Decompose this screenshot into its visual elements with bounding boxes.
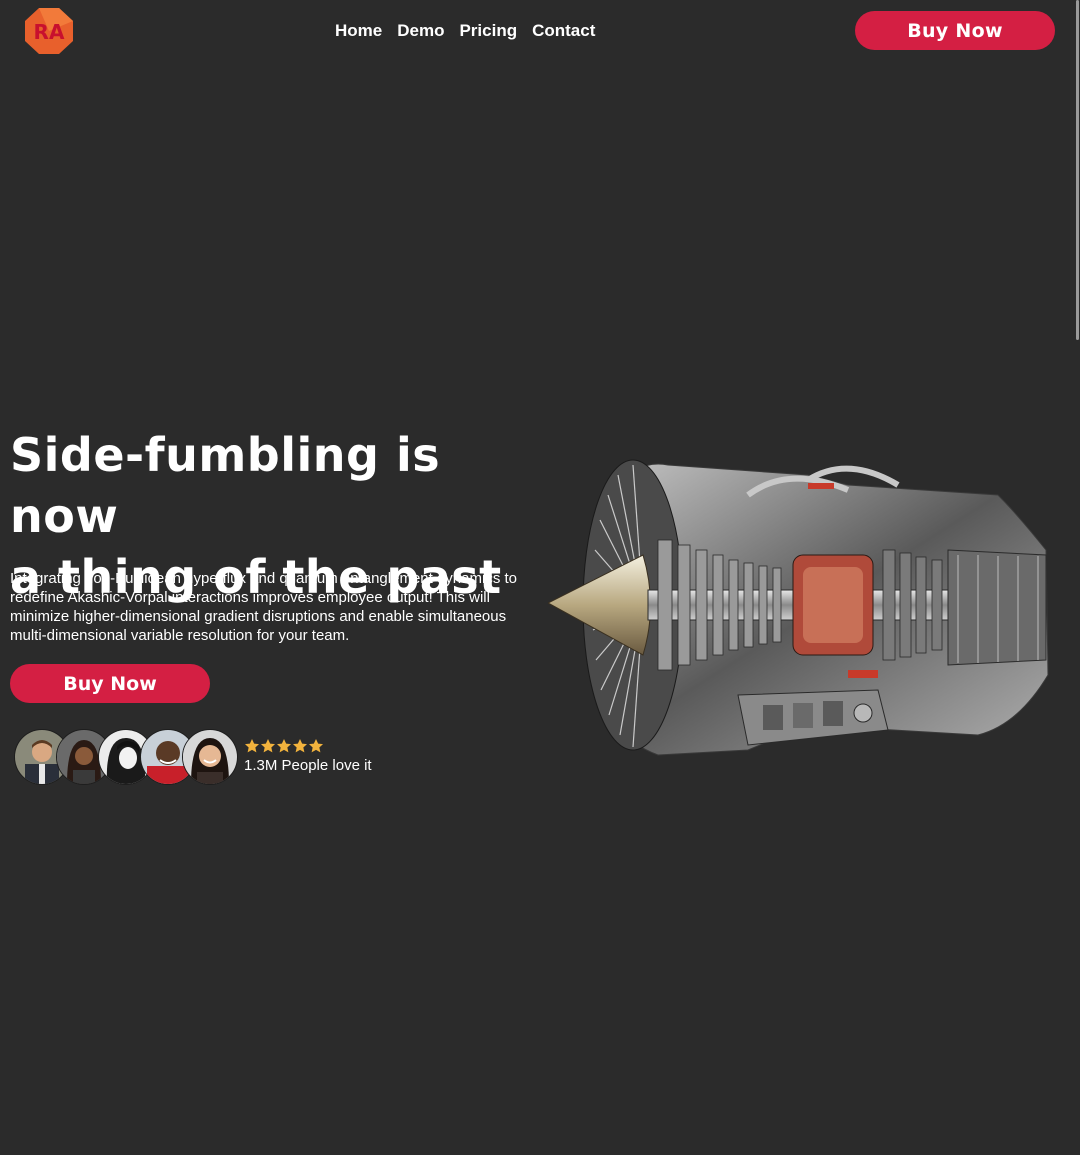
social-proof-text: 1.3M People love it [244,757,372,774]
hero-title-line1: Side-fumbling is now [10,428,441,543]
scrollbar[interactable] [1076,0,1079,340]
star-icon [277,739,291,753]
header-buy-now-button[interactable]: Buy Now [855,11,1055,50]
ra-logo-icon[interactable]: RA [25,8,73,54]
star-icon [293,739,307,753]
avatar [182,729,238,785]
nav-pricing[interactable]: Pricing [459,20,517,42]
star-icon [261,739,275,753]
customer-avatars [14,729,244,785]
landing-page: RA Home Demo Pricing Contact Buy Now Sid… [0,0,1080,1155]
star-icon [245,739,259,753]
main-nav: Home Demo Pricing Contact [335,20,595,42]
hero-buy-now-button[interactable]: Buy Now [10,664,210,703]
rating-stars [244,738,324,754]
nav-home[interactable]: Home [335,20,382,42]
jet-engine-illustration [548,459,1049,756]
hero-description: Integrating non-Euclidean hyperflux and … [10,570,517,644]
nav-contact[interactable]: Contact [532,20,595,42]
nav-demo[interactable]: Demo [397,20,444,42]
star-icon [309,739,323,753]
svg-text:RA: RA [34,20,65,44]
